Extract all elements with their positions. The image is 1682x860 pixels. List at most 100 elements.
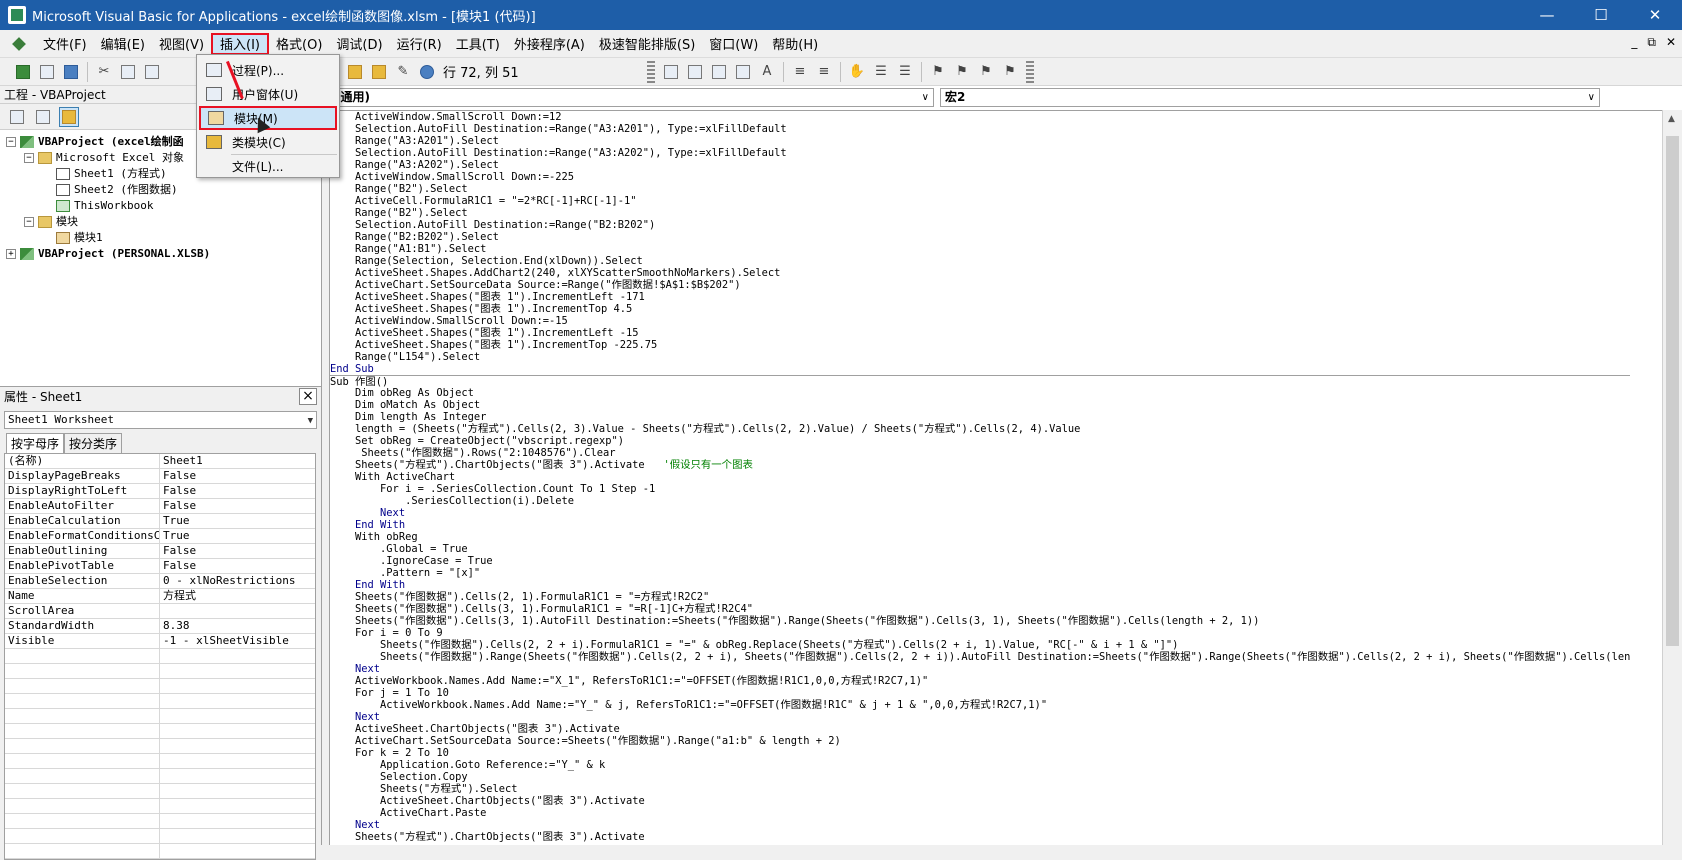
property-value[interactable]: False bbox=[160, 559, 315, 573]
close-icon[interactable]: × bbox=[299, 388, 317, 405]
chevron-down-icon[interactable]: ∨ bbox=[922, 89, 929, 106]
code-line[interactable]: For i = 0 To 9 bbox=[330, 627, 1630, 639]
tree-node[interactable]: − 模块 bbox=[6, 214, 321, 230]
tab-categorized[interactable]: 按分类序 bbox=[64, 433, 123, 453]
code-line[interactable]: For k = 2 To 10 bbox=[330, 747, 1630, 759]
property-row[interactable]: (名称) Sheet1 bbox=[5, 454, 315, 469]
property-value[interactable]: False bbox=[160, 484, 315, 498]
toolbar-grip-end[interactable] bbox=[1026, 60, 1034, 83]
code-line[interactable]: Range("L154").Select bbox=[330, 351, 1630, 363]
code-line[interactable]: ActiveSheet.Shapes("图表 1").IncrementLeft… bbox=[330, 291, 1630, 303]
expand-icon[interactable]: + bbox=[6, 249, 16, 259]
menu-view[interactable]: 视图(V) bbox=[152, 33, 211, 55]
code-line[interactable]: Range("B2:B202").Select bbox=[330, 231, 1630, 243]
code-line[interactable]: ActiveCell.FormulaR1C1 = "=2*RC[-1]+RC[-… bbox=[330, 195, 1630, 207]
code-line[interactable]: Sheets("作图数据").Cells(2, 2 + i).FormulaR1… bbox=[330, 639, 1630, 651]
mdi-restore-button[interactable]: ⧉ bbox=[1647, 35, 1656, 50]
code-line[interactable]: ActiveChart.Paste bbox=[330, 807, 1630, 819]
property-row[interactable]: EnablePivotTable False bbox=[5, 559, 315, 574]
code-line[interactable]: Range("A3:A202").Select bbox=[330, 159, 1630, 171]
menu-window[interactable]: 窗口(W) bbox=[702, 33, 765, 55]
code-line[interactable]: Set obReg = CreateObject("vbscript.regex… bbox=[330, 435, 1630, 447]
property-row[interactable]: Name 方程式 bbox=[5, 589, 315, 604]
maximize-button[interactable]: ☐ bbox=[1574, 0, 1628, 30]
code-line[interactable]: Next bbox=[330, 711, 1630, 723]
property-row[interactable]: DisplayPageBreaks False bbox=[5, 469, 315, 484]
menu-tools[interactable]: 工具(T) bbox=[449, 33, 507, 55]
code-line[interactable]: Sheets("作图数据").Cells(3, 1).AutoFill Dest… bbox=[330, 615, 1630, 627]
code-line[interactable]: Next bbox=[330, 507, 1630, 519]
tree-node[interactable]: 模块1 bbox=[6, 230, 321, 246]
menu-file[interactable]: 文件(F) bbox=[36, 33, 94, 55]
vba-menu-icon[interactable] bbox=[10, 35, 28, 53]
property-value[interactable]: True bbox=[160, 514, 315, 528]
tree-node[interactable]: ThisWorkbook bbox=[6, 198, 321, 214]
property-row[interactable]: EnableSelection 0 - xlNoRestrictions bbox=[5, 574, 315, 589]
code-line[interactable]: Sheets("作图数据").Cells(3, 1).FormulaR1C1 =… bbox=[330, 603, 1630, 615]
property-row[interactable]: Visible -1 - xlSheetVisible bbox=[5, 634, 315, 649]
code-line[interactable]: Next bbox=[330, 819, 1630, 831]
code-line[interactable]: ActiveWorkbook.Names.Add Name:="X_1", Re… bbox=[330, 675, 1630, 687]
view-code-icon[interactable] bbox=[7, 107, 27, 127]
insert-procedure-item[interactable]: 过程(P)... bbox=[199, 58, 337, 82]
code-line[interactable]: Sheets("方程式").ChartObjects("图表 3").Activ… bbox=[330, 459, 1630, 471]
code-line[interactable]: Selection.AutoFill Destination:=Range("B… bbox=[330, 219, 1630, 231]
property-row[interactable]: EnableFormatConditionsCalcTrue bbox=[5, 529, 315, 544]
list-constants-icon[interactable] bbox=[684, 61, 706, 83]
toggle-folders-icon[interactable] bbox=[59, 106, 79, 127]
collapse-icon[interactable]: − bbox=[24, 153, 34, 163]
property-row[interactable]: EnableAutoFilter False bbox=[5, 499, 315, 514]
outdent-icon[interactable]: ≡ bbox=[813, 61, 835, 83]
toggle-breakpoint-icon[interactable]: ✋ bbox=[846, 61, 868, 83]
scrollbar-thumb[interactable] bbox=[1666, 136, 1679, 646]
parameter-info-icon[interactable] bbox=[732, 61, 754, 83]
code-editor[interactable]: ActiveWindow.SmallScroll Down:=12 Select… bbox=[330, 110, 1662, 845]
list-properties-icon[interactable] bbox=[660, 61, 682, 83]
mdi-close-button[interactable]: ✕ bbox=[1666, 35, 1676, 50]
property-value[interactable]: False bbox=[160, 469, 315, 483]
code-line[interactable]: Selection.AutoFill Destination:=Range("A… bbox=[330, 123, 1630, 135]
code-line[interactable]: Range("A1:B1").Select bbox=[330, 243, 1630, 255]
menu-debug[interactable]: 调试(D) bbox=[329, 33, 389, 55]
code-line[interactable]: Sub 作图() bbox=[330, 375, 1631, 388]
property-value[interactable]: 方程式 bbox=[160, 589, 315, 603]
minimize-button[interactable]: — bbox=[1520, 0, 1574, 30]
code-line[interactable]: With ActiveChart bbox=[330, 471, 1630, 483]
scroll-up-icon[interactable]: ▲ bbox=[1668, 114, 1675, 124]
paste-icon[interactable] bbox=[141, 61, 163, 83]
code-line[interactable]: ActiveWindow.SmallScroll Down:=-225 bbox=[330, 171, 1630, 183]
code-line[interactable]: ActiveChart.SetSourceData Source:=Sheets… bbox=[330, 735, 1630, 747]
object-selector[interactable]: Sheet1 Worksheet ▼ bbox=[4, 411, 317, 429]
uncomment-block-icon[interactable]: ☰ bbox=[894, 61, 916, 83]
menu-smart-layout[interactable]: 极速智能排版(S) bbox=[592, 33, 702, 55]
code-line[interactable]: Sheets("作图数据").Rows("2:1048576").Clear bbox=[330, 447, 1630, 459]
view-excel-icon[interactable] bbox=[12, 61, 34, 83]
tree-node[interactable]: + VBAProject (PERSONAL.XLSB) bbox=[6, 246, 321, 262]
menu-edit[interactable]: 编辑(E) bbox=[94, 33, 152, 55]
code-line[interactable]: ActiveSheet.ChartObjects("图表 3").Activat… bbox=[330, 723, 1630, 735]
property-row[interactable]: EnableOutlining False bbox=[5, 544, 315, 559]
property-value[interactable]: False bbox=[160, 544, 315, 558]
property-row[interactable]: DisplayRightToLeft False bbox=[5, 484, 315, 499]
quick-info-icon[interactable] bbox=[708, 61, 730, 83]
chevron-down-icon[interactable]: ∨ bbox=[1588, 89, 1595, 106]
object-dropdown[interactable]: (通用) ∨ bbox=[330, 88, 934, 107]
property-value[interactable]: True bbox=[160, 529, 315, 543]
code-line[interactable]: Range("A3:A201").Select bbox=[330, 135, 1630, 147]
code-line[interactable]: ActiveSheet.ChartObjects("图表 3").Activat… bbox=[330, 795, 1630, 807]
collapse-icon[interactable]: − bbox=[6, 137, 16, 147]
procedure-dropdown[interactable]: 宏2 ∨ bbox=[940, 88, 1600, 107]
code-line[interactable]: Dim oMatch As Object bbox=[330, 399, 1630, 411]
code-line[interactable]: .IgnoreCase = True bbox=[330, 555, 1630, 567]
insert-object-icon[interactable] bbox=[36, 61, 58, 83]
code-line[interactable]: ActiveSheet.Shapes("图表 1").IncrementTop … bbox=[330, 303, 1630, 315]
tools-icon[interactable]: ✎ bbox=[392, 61, 414, 83]
save-icon[interactable] bbox=[60, 61, 82, 83]
menu-format[interactable]: 格式(O) bbox=[269, 33, 329, 55]
property-value[interactable]: -1 - xlSheetVisible bbox=[160, 634, 315, 648]
code-line[interactable]: For j = 1 To 10 bbox=[330, 687, 1630, 699]
next-bookmark-icon[interactable]: ⚑ bbox=[951, 61, 973, 83]
property-value[interactable] bbox=[160, 604, 315, 618]
code-line[interactable]: Dim length As Integer bbox=[330, 411, 1630, 423]
property-value[interactable]: False bbox=[160, 499, 315, 513]
